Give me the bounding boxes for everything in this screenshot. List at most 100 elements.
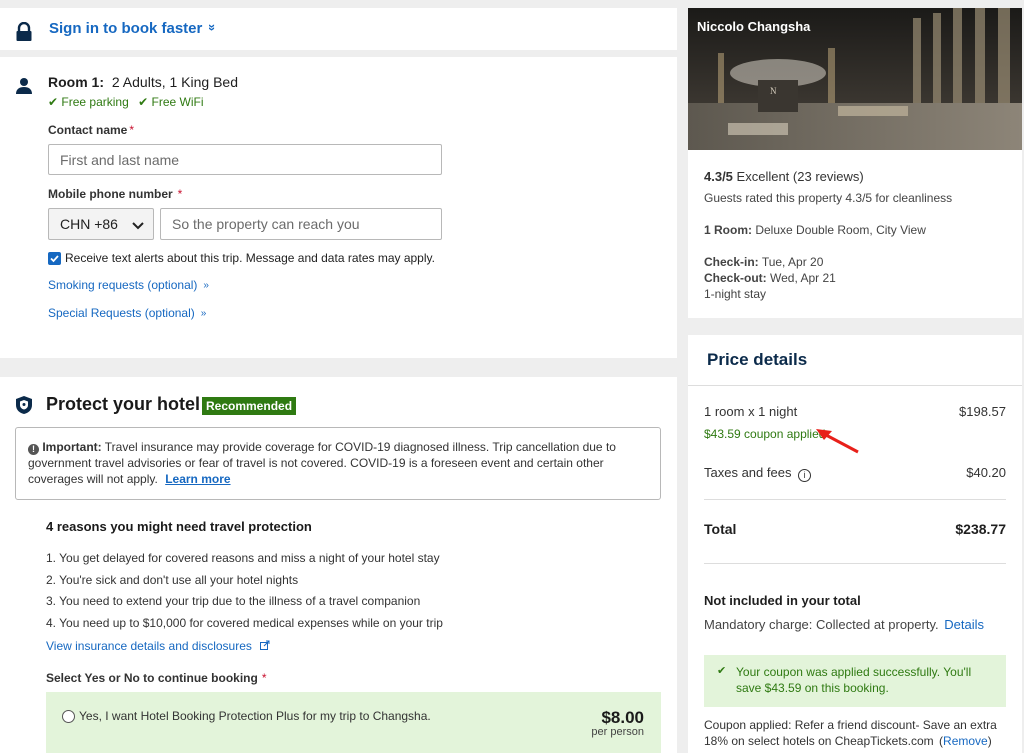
- room-title: Room 1:: [48, 74, 104, 90]
- hotel-card: N Niccolo Changsha 4.3/5 Excellent (23 r…: [688, 8, 1022, 318]
- price-unit: per person: [591, 726, 644, 738]
- svg-text:N: N: [770, 86, 777, 96]
- divider: [704, 563, 1006, 564]
- checkin-label: Check-in:: [704, 255, 759, 269]
- taxes-label-text: Taxes and fees: [704, 465, 792, 480]
- room-details: 2 Adults, 1 King Bed: [111, 74, 238, 90]
- coupon-applied-note: Coupon applied: Refer a friend discount-…: [704, 717, 1006, 749]
- mandatory-text: Mandatory charge: Collected at property.: [704, 617, 939, 632]
- chevron-down-icon: »: [200, 308, 207, 319]
- details-link[interactable]: Details: [944, 617, 984, 632]
- person-icon: [15, 77, 33, 100]
- total-amount: $238.77: [955, 521, 1006, 537]
- list-item: 2. You're sick and don't use all your ho…: [46, 572, 299, 587]
- price-details-title: Price details: [707, 350, 808, 369]
- hotel-photo: N Niccolo Changsha: [688, 8, 1022, 150]
- select-label: Select Yes or No to continue booking *: [46, 671, 266, 685]
- info-icon[interactable]: i: [798, 469, 812, 482]
- room-line-amount: $198.57: [959, 404, 1006, 419]
- smoking-requests-text: Smoking requests (optional): [48, 278, 198, 292]
- phone-label-text: Mobile phone number: [48, 187, 173, 201]
- contact-name-input[interactable]: [48, 144, 442, 175]
- divider: [704, 499, 1006, 500]
- list-item: 1. You get delayed for covered reasons a…: [46, 551, 440, 565]
- room-summary: 1 Room: Deluxe Double Room, City View: [704, 223, 926, 237]
- amenity-parking: Free parking: [61, 95, 129, 109]
- external-link-icon: [260, 640, 270, 650]
- check-icon: [50, 255, 59, 263]
- remove-paren-close: ): [987, 734, 992, 748]
- room-summary-label: 1 Room:: [704, 223, 752, 237]
- review-count: (23 reviews): [792, 169, 864, 184]
- mandatory-charge: Mandatory charge: Collected at property.…: [704, 617, 984, 632]
- checkin-line: Check-in: Tue, Apr 20: [704, 255, 823, 269]
- shield-icon: [15, 395, 33, 420]
- learn-more-link[interactable]: Learn more: [165, 472, 230, 486]
- stay-length: 1-night stay: [704, 287, 767, 301]
- rating-score: 4.3/5: [704, 169, 733, 184]
- required-marker: *: [261, 671, 267, 685]
- check-icon: ✔: [138, 95, 149, 109]
- select-label-text: Select Yes or No to continue booking: [46, 671, 258, 685]
- taxes-label: Taxes and fees i: [704, 465, 812, 482]
- not-included-title: Not included in your total: [704, 593, 861, 608]
- info-icon: !: [28, 444, 39, 455]
- list-item: 3. You need to extend your trip due to t…: [46, 594, 421, 608]
- chevron-down-icon: »: [203, 280, 209, 291]
- yes-radio[interactable]: [62, 710, 75, 723]
- country-code-value: CHN +86: [60, 216, 118, 232]
- room-heading: Room 1: 2 Adults, 1 King Bed: [48, 74, 238, 90]
- required-marker: *: [177, 187, 183, 201]
- room-type: Deluxe Double Room, City View: [755, 223, 926, 237]
- taxes-amount: $40.20: [966, 465, 1006, 480]
- recommended-badge: Recommended: [202, 397, 297, 415]
- reasons-list: 1. You get delayed for covered reasons a…: [46, 548, 443, 634]
- room-card: Room 1: 2 Adults, 1 King Bed ✔ Free park…: [0, 57, 677, 358]
- phone-input[interactable]: [160, 208, 442, 240]
- check-icon: ✔: [717, 665, 727, 677]
- remove-coupon-link[interactable]: Remove: [943, 734, 988, 748]
- chevron-down-icon: [132, 218, 144, 234]
- contact-name-label-text: Contact name: [48, 123, 128, 137]
- important-notice: ! Important: Travel insurance may provid…: [15, 427, 661, 500]
- checkout-label: Check-out:: [704, 271, 767, 285]
- divider: [688, 385, 1022, 386]
- checkin-date: Tue, Apr 20: [761, 255, 824, 269]
- check-icon: ✔: [48, 95, 59, 109]
- signin-link[interactable]: Sign in to book faster»: [49, 20, 221, 37]
- lock-icon: [15, 21, 33, 47]
- protect-title: Protect your hotel: [46, 394, 201, 414]
- total-label: Total: [704, 521, 737, 537]
- amenities: ✔ Free parking ✔ Free WiFi: [48, 95, 204, 109]
- yes-option-label: Yes, I want Hotel Booking Protection Plu…: [79, 709, 431, 723]
- signin-label: Sign in to book faster: [49, 20, 203, 37]
- sms-checkbox[interactable]: [48, 252, 61, 265]
- country-code-select[interactable]: CHN +86: [48, 208, 154, 240]
- chevron-down-icon: »: [205, 23, 221, 32]
- cleanliness-text: Guests rated this property 4.3/5 for cle…: [704, 191, 953, 205]
- sms-label: Receive text alerts about this trip. Mes…: [65, 251, 435, 265]
- rating-word: Excellent: [736, 169, 790, 184]
- room-line-label: 1 room x 1 night: [704, 404, 798, 419]
- rating-line: 4.3/5 Excellent (23 reviews): [704, 169, 864, 184]
- required-marker: *: [129, 123, 135, 137]
- reasons-title: 4 reasons you might need travel protecti…: [46, 519, 312, 534]
- protection-price: $8.00: [601, 708, 644, 727]
- checkout-line: Check-out: Wed, Apr 21: [704, 271, 836, 285]
- yes-option-panel[interactable]: Yes, I want Hotel Booking Protection Plu…: [46, 692, 661, 753]
- hotel-name: Niccolo Changsha: [697, 19, 811, 34]
- special-requests-link[interactable]: Special Requests (optional) »: [48, 306, 206, 320]
- coupon-success-text: Your coupon was applied successfully. Yo…: [736, 665, 972, 695]
- insurance-details-link[interactable]: View insurance details and disclosures: [46, 639, 270, 653]
- coupon-applied-line: $43.59 coupon applied: [704, 427, 826, 441]
- smoking-requests-link[interactable]: Smoking requests (optional) »: [48, 278, 209, 292]
- important-label: Important:: [42, 440, 102, 454]
- special-requests-text: Special Requests (optional): [48, 306, 195, 320]
- phone-label: Mobile phone number *: [48, 187, 182, 201]
- contact-name-label: Contact name *: [48, 123, 134, 137]
- annotation-arrow: [816, 429, 859, 454]
- protect-card: Protect your hotel Recommended ! Importa…: [0, 377, 677, 753]
- signin-card: Sign in to book faster»: [0, 8, 677, 50]
- amenity-wifi: Free WiFi: [151, 95, 204, 109]
- coupon-success-banner: ✔ Your coupon was applied successfully. …: [704, 655, 1006, 707]
